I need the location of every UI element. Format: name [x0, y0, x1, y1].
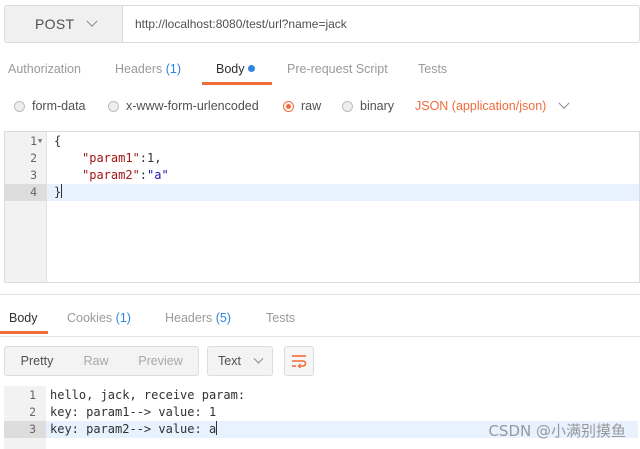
url-input[interactable]: http://localhost:8080/test/url?name=jack	[123, 6, 347, 42]
tab-headers-label: Headers	[165, 311, 213, 325]
response-text: hello, jack, receive param:	[50, 388, 246, 402]
raw-button[interactable]: Raw	[69, 347, 123, 375]
method-label: POST	[35, 16, 75, 32]
radio-label: binary	[360, 99, 395, 113]
preview-button[interactable]: Preview	[123, 347, 198, 375]
radio-circle	[108, 100, 119, 112]
code-line: 1 ▼ {	[5, 133, 639, 150]
line-number: 3	[30, 168, 37, 182]
headers-count: (5)	[215, 311, 232, 325]
tab-headers[interactable]: Headers (1)	[115, 62, 181, 76]
json-colon: :	[139, 168, 148, 182]
content-type-select[interactable]: JSON (application/json)	[415, 97, 570, 113]
tab-body-label: Body	[216, 62, 245, 76]
code-line: 2 "param1":1,	[5, 150, 639, 167]
resp-tab-headers[interactable]: Headers (5)	[165, 311, 231, 325]
line-number: 2	[30, 151, 37, 165]
tab-headers-label: Headers	[115, 62, 163, 76]
radio-circle-selected	[283, 100, 294, 112]
dot-icon	[247, 65, 255, 72]
body-type-options: form-data x-www-form-urlencoded raw bina…	[0, 90, 640, 120]
chevron-down-icon	[86, 15, 98, 27]
section-divider	[0, 294, 640, 295]
radio-form-data[interactable]: form-data	[14, 99, 86, 113]
code-text: "param1":1,	[82, 150, 161, 167]
line-number: 4	[5, 184, 47, 201]
resp-tab-tests[interactable]: Tests	[266, 311, 295, 325]
response-text: key: param1--> value: 1	[50, 405, 217, 419]
response-line-text: key: param2--> value: a	[50, 422, 217, 436]
chevron-down-icon	[558, 97, 570, 109]
text-cursor	[216, 421, 218, 435]
code-text: }	[54, 184, 63, 201]
chevron-down-icon	[253, 353, 264, 364]
tab-authorization[interactable]: Authorization	[8, 62, 81, 76]
radio-label: x-www-form-urlencoded	[126, 99, 259, 113]
pretty-button[interactable]: Pretty	[5, 347, 69, 375]
content-type-label: JSON (application/json)	[415, 99, 547, 113]
radio-circle	[14, 100, 25, 112]
code-text: {	[54, 134, 62, 148]
json-rest: :1,	[139, 151, 162, 165]
active-tab-indicator	[202, 82, 272, 85]
method-select[interactable]: POST	[5, 6, 123, 42]
code-text: "param2":"a"	[82, 167, 169, 184]
request-body-editor[interactable]: 1 ▼ { 2 "param1":1, 3 "param2":"a" 4 }	[4, 131, 640, 283]
headers-count: (1)	[165, 62, 182, 76]
radio-raw[interactable]: raw	[283, 99, 321, 113]
radio-label: raw	[301, 99, 322, 113]
wrap-lines-button[interactable]	[284, 346, 314, 376]
code-line: 3 "param2":"a"	[5, 167, 639, 184]
json-key: "param2"	[82, 168, 140, 182]
active-tab-indicator	[0, 331, 48, 334]
watermark: CSDN @小满别摸鱼	[488, 422, 626, 440]
radio-label: form-data	[32, 99, 86, 113]
fold-arrow-icon[interactable]: ▼	[38, 133, 42, 150]
closing-brace: }	[54, 185, 62, 199]
request-tabs: Authorization Headers (1) Body Pre-reque…	[0, 50, 640, 86]
resp-tab-cookies[interactable]: Cookies (1)	[67, 311, 131, 325]
wrap-lines-icon	[292, 355, 307, 368]
json-value: "a"	[147, 168, 169, 182]
tab-cookies-label: Cookies	[67, 311, 113, 325]
response-type-select[interactable]: Text	[207, 346, 273, 376]
text-cursor	[61, 184, 63, 198]
tab-body[interactable]: Body	[216, 62, 255, 76]
response-line: 2 key: param1--> value: 1	[4, 404, 638, 421]
tab-tests[interactable]: Tests	[418, 62, 447, 76]
request-bar: POST http://localhost:8080/test/url?name…	[4, 5, 640, 43]
json-key: "param1"	[82, 151, 140, 165]
section-divider	[0, 336, 640, 337]
line-number: 1	[29, 388, 36, 402]
resp-tab-body[interactable]: Body	[9, 311, 38, 325]
code-line-active: 4 }	[5, 184, 639, 201]
cookies-count: (1)	[115, 311, 131, 325]
response-text: key: param2--> value: a	[50, 421, 218, 438]
radio-circle	[342, 100, 353, 112]
line-number: 3	[4, 421, 46, 438]
response-format-group: Pretty Raw Preview	[4, 346, 199, 376]
line-number: 2	[29, 405, 36, 419]
radio-binary[interactable]: binary	[342, 99, 394, 113]
response-line: 1 hello, jack, receive param:	[4, 387, 638, 404]
tab-prerequest-script[interactable]: Pre-request Script	[287, 62, 388, 76]
response-tabs: Body Cookies (1) Headers (5) Tests	[0, 300, 640, 336]
response-type-label: Text	[218, 354, 241, 368]
radio-urlencoded[interactable]: x-www-form-urlencoded	[108, 99, 259, 113]
